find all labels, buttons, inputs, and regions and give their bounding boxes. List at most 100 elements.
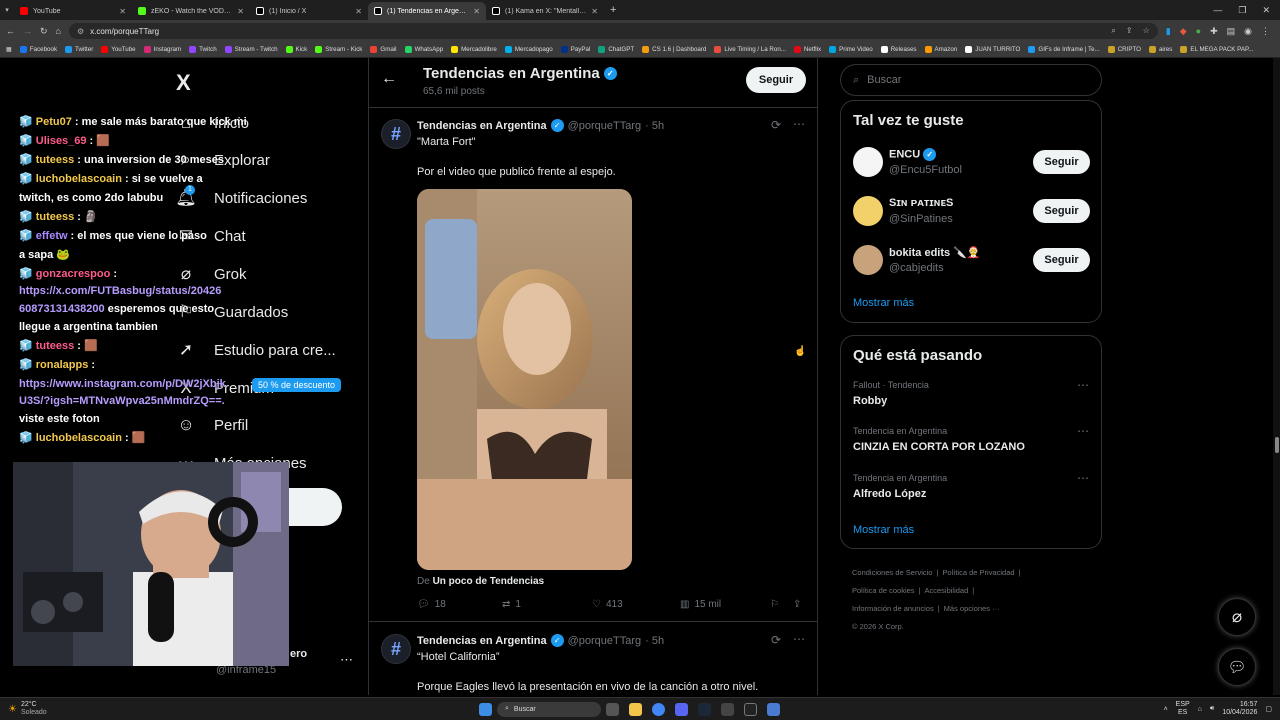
suggestion-name[interactable]: ENCU — [889, 148, 920, 160]
avatar[interactable] — [853, 196, 883, 226]
apps-grid-icon[interactable]: ▦ — [6, 46, 12, 53]
bookmark-item[interactable]: PayPal — [560, 46, 590, 53]
minimize-icon[interactable]: — — [1213, 5, 1222, 16]
post-card[interactable]: # Tendencias en Argentina ✓ @porqueTTarg… — [369, 623, 817, 695]
more-icon[interactable]: ⋯ — [1077, 471, 1089, 485]
bookmark-item[interactable]: Kick — [285, 46, 307, 53]
bookmark-item[interactable]: ChatGPT — [598, 46, 634, 53]
chat-link[interactable]: 60873131438200 — [19, 303, 105, 315]
chat-username[interactable]: luchobelascoain — [36, 432, 122, 444]
bookmark-item[interactable]: Mercadolibre — [451, 46, 497, 53]
grok-float-icon[interactable]: ⌀ — [1218, 598, 1256, 636]
task-view-icon[interactable] — [606, 702, 619, 716]
post-author-name[interactable]: Tendencias en Argentina — [417, 120, 547, 132]
bookmark-item[interactable]: CS 1.6 | Dashboard — [642, 46, 706, 53]
suggestion-name[interactable]: Sɪɴ ᴘᴀᴛɪɴᴇS — [889, 197, 953, 209]
chat-link[interactable]: U3S/?igsh=MTNvaWpva25nMmdrZQ==. — [19, 395, 225, 407]
trend-item[interactable]: Fallout · Tendencia Robby ⋯ — [853, 378, 1091, 420]
chat-username[interactable]: effetw — [36, 230, 68, 242]
bookmark-item[interactable]: Instagram — [143, 46, 181, 53]
volume-icon[interactable]: 🔊︎ — [1210, 705, 1214, 713]
chat-username[interactable]: Ulises_69 — [36, 135, 87, 147]
weather-temp[interactable]: 22°C — [21, 701, 47, 709]
chat-username[interactable]: tuteess — [36, 340, 75, 352]
suggestion-handle[interactable]: @SinPatines — [889, 213, 953, 225]
suggestion-handle[interactable]: @Encu5Futbol — [889, 164, 962, 176]
post-time[interactable]: · 5h — [645, 635, 664, 647]
weather-text[interactable]: Soleado — [21, 709, 47, 717]
tab-tendencias[interactable]: (1) Tendencias en Argentin... ✕ — [368, 2, 486, 20]
search-input[interactable]: ⌕ Buscar — [840, 64, 1102, 96]
bookmark-item[interactable]: JUAN TURRITO — [965, 46, 1020, 53]
extension-icon[interactable]: ● — [1196, 26, 1201, 37]
post-author-name[interactable]: Tendencias en Argentina — [417, 635, 547, 647]
more-icon[interactable]: ⋯ — [1077, 378, 1089, 392]
obs-icon[interactable] — [744, 702, 757, 716]
footer-link[interactable]: Accesibilidad — [925, 586, 969, 595]
avatar[interactable] — [853, 147, 883, 177]
discord-icon[interactable] — [675, 702, 688, 716]
avatar[interactable] — [853, 245, 883, 275]
windows-start-icon[interactable] — [479, 702, 492, 716]
share-icon[interactable]: ⇪ — [793, 599, 801, 610]
chat-username[interactable]: luchobelascoain — [36, 173, 122, 185]
chat-username[interactable]: gonzacrespoo — [36, 268, 111, 280]
extension-icon[interactable]: ◆ — [1180, 26, 1187, 37]
bookmark-item[interactable]: WhatsApp — [404, 46, 443, 53]
more-icon[interactable]: ⋯ — [1077, 424, 1089, 438]
bookmark-item[interactable]: Twitch — [189, 46, 217, 53]
close-icon[interactable]: ✕ — [591, 7, 598, 16]
footer-link[interactable]: Política de Privacidad — [942, 568, 1014, 577]
language[interactable]: ESP — [1176, 701, 1190, 709]
bookmark-item[interactable]: YouTube — [101, 46, 136, 53]
tab-kama[interactable]: (1) Kama en X: "Mentally I'm h... ✕ — [486, 2, 604, 20]
reply-button[interactable]: 💬︎ 18 — [417, 599, 502, 610]
footer-link[interactable]: Información de anuncios — [852, 604, 934, 613]
bookmark-item[interactable]: CRIPTO — [1107, 46, 1141, 53]
chat-link[interactable]: https://www.instagram.com/p/DW2jXbjk — [19, 378, 226, 390]
post-avatar[interactable]: # — [381, 634, 411, 664]
extensions-puzzle-icon[interactable]: ✚ — [1210, 26, 1218, 37]
network-icon[interactable]: ⌂ — [1198, 706, 1202, 713]
trend-item[interactable]: Tendencia en Argentina CINZIA EN CORTA PO… — [853, 424, 1091, 466]
like-button[interactable]: ♡ 413 — [592, 599, 680, 610]
taskbar-search[interactable]: ⌕ Buscar — [497, 701, 601, 717]
chat-username[interactable]: tuteess — [36, 211, 75, 223]
forward-icon[interactable]: → — [23, 26, 32, 36]
close-window-icon[interactable]: ✕ — [1262, 5, 1270, 16]
post-time[interactable]: · 5h — [645, 120, 664, 132]
back-arrow-icon[interactable]: ← — [381, 70, 397, 88]
bookmark-item[interactable]: Amazon — [924, 46, 957, 53]
footer-link[interactable]: Más opciones ··· — [944, 604, 1000, 613]
bookmark-item[interactable]: Gmail — [370, 46, 397, 53]
bookmark-item[interactable]: GIFs de Inframe | Te... — [1028, 46, 1100, 53]
header-follow-button[interactable]: Seguir — [746, 67, 806, 93]
post-author-handle[interactable]: @porqueTTarg — [568, 120, 642, 132]
bookmark-item[interactable]: Mercadopago — [504, 46, 553, 53]
home-icon[interactable]: ⌂ — [56, 26, 61, 36]
steam-icon[interactable] — [698, 702, 711, 716]
account-more-icon[interactable]: ⋯ — [340, 652, 353, 668]
post-avatar[interactable]: # — [381, 119, 411, 149]
clock-time[interactable]: 16:57 — [1222, 701, 1258, 709]
close-icon[interactable]: ✕ — [473, 7, 480, 16]
more-icon[interactable]: ⋯ — [793, 117, 805, 131]
follow-button[interactable]: Seguir — [1033, 150, 1090, 174]
suggestion-name[interactable]: bokita edits 🔪🤶 — [889, 247, 981, 259]
bookmark-item[interactable]: Netflix — [793, 46, 821, 53]
profile-avatar-icon[interactable]: ◉ — [1244, 26, 1252, 37]
chat-username[interactable]: ronalapps — [36, 359, 89, 371]
app-icon[interactable] — [767, 702, 780, 716]
reload-icon[interactable]: ↻ — [40, 26, 48, 37]
bookmark-item[interactable]: Facebook — [19, 46, 57, 53]
bookmark-item[interactable]: Stream - Kick — [315, 46, 362, 53]
share-icon[interactable]: ⇪ — [1126, 26, 1133, 36]
source-link[interactable]: Un poco de Tendencias — [433, 576, 545, 587]
tab-x-home[interactable]: (1) Inicio / X ✕ — [250, 2, 368, 20]
bookmark-icon[interactable]: ⚐ — [770, 599, 779, 610]
chat-username[interactable]: Petu07 — [36, 116, 72, 128]
grok-icon[interactable]: ⟳ — [771, 633, 781, 647]
zoom-icon[interactable]: ⌕ — [1111, 26, 1115, 36]
new-tab-button[interactable]: + — [610, 4, 616, 16]
close-icon[interactable]: ✕ — [237, 7, 244, 16]
